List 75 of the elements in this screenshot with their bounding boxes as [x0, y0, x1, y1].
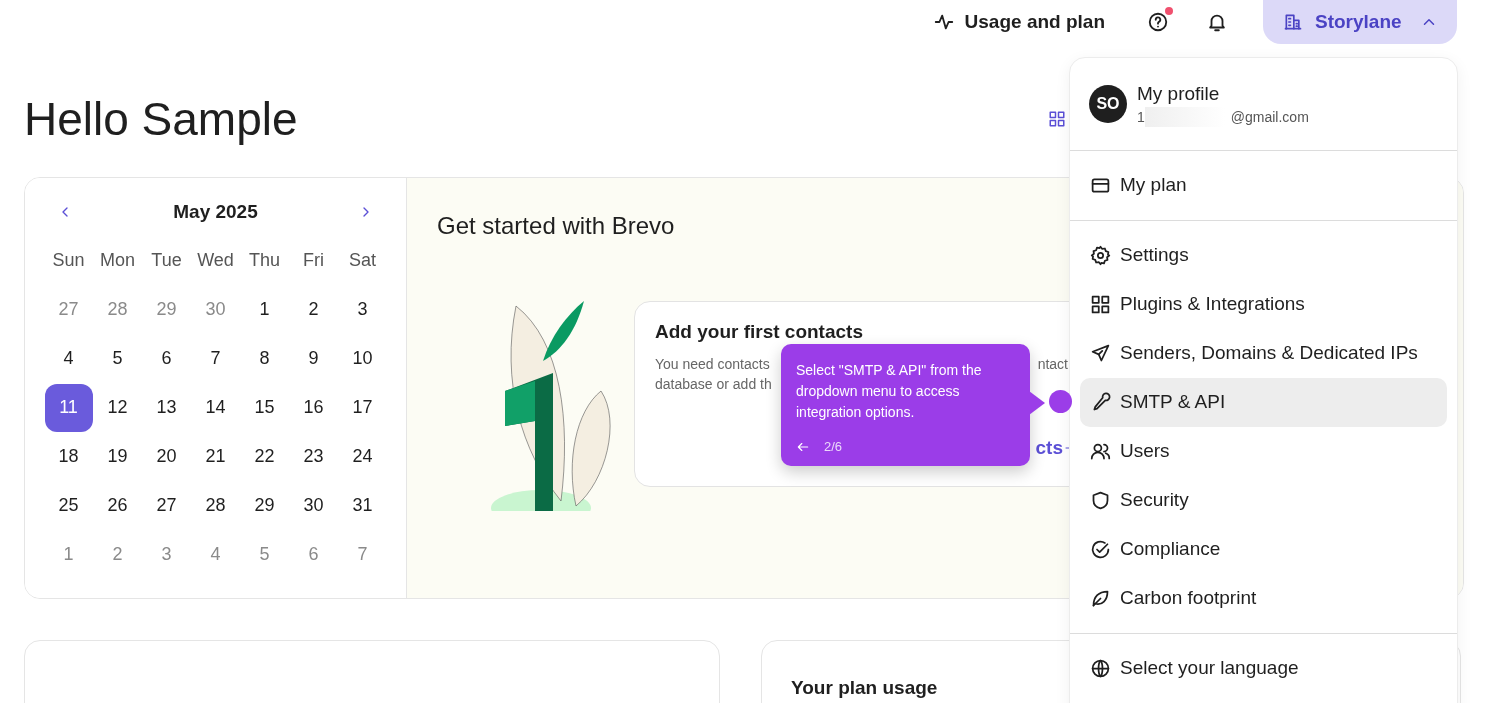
calendar-day[interactable]: 2	[289, 285, 338, 334]
calendar-day[interactable]: 9	[289, 334, 338, 383]
weekday-label: Sat	[349, 249, 376, 272]
calendar-day[interactable]: 29	[240, 481, 289, 530]
account-button[interactable]: Storylane	[1263, 0, 1457, 44]
card-description: You need contacts	[655, 355, 770, 374]
calendar-day[interactable]: 21	[191, 432, 240, 481]
calendar-day[interactable]: 8	[240, 334, 289, 383]
calendar-day[interactable]: 13	[142, 383, 191, 432]
menu-item[interactable]: SMTP & API	[1080, 378, 1447, 427]
shield-icon	[1090, 490, 1111, 511]
send-icon	[1090, 343, 1111, 364]
calendar-day[interactable]: 7	[191, 334, 240, 383]
calendar-day[interactable]: 18	[44, 432, 93, 481]
calendar-day[interactable]: 17	[338, 383, 387, 432]
leaf-icon	[1090, 588, 1111, 609]
globe-icon	[1090, 658, 1111, 679]
card-link[interactable]: cts	[1035, 434, 1063, 463]
calendar-day[interactable]: 19	[93, 432, 142, 481]
card-description: database or add th	[655, 375, 772, 394]
calendar-day[interactable]: 4	[44, 334, 93, 383]
weekday-label: Wed	[197, 249, 234, 272]
page-heading: Hello Sample	[24, 92, 298, 146]
calendar-day[interactable]: 31	[338, 481, 387, 530]
wrench-icon	[1090, 392, 1111, 413]
panel-title: Get started with Brevo	[437, 211, 676, 241]
step-counter: 2/6	[824, 438, 843, 456]
card-title: Add your first contacts	[655, 320, 864, 344]
calendar-day[interactable]: 12	[93, 383, 142, 432]
calendar-day[interactable]: 30	[289, 481, 338, 530]
calendar-day[interactable]: 3	[338, 285, 387, 334]
calendar-day[interactable]: 3	[142, 530, 191, 579]
calendar-day[interactable]: 29	[142, 285, 191, 334]
calendar-day[interactable]: 16	[289, 383, 338, 432]
calendar-day[interactable]: 10	[338, 334, 387, 383]
calendar-day[interactable]: 11	[44, 383, 93, 432]
calendar-day[interactable]: 27	[142, 481, 191, 530]
calendar-day[interactable]: 20	[142, 432, 191, 481]
usage-link[interactable]: Usage and plan	[932, 7, 1105, 37]
avatar: SO	[1089, 85, 1127, 123]
calendar-day[interactable]: 22	[240, 432, 289, 481]
calendar-day[interactable]: 26	[93, 481, 142, 530]
weekday-label: Sun	[52, 249, 85, 272]
calendar-day[interactable]: 15	[240, 383, 289, 432]
tooltip-text: Select "SMTP & API" from the dropdown menu to access integration options.	[796, 361, 983, 422]
calendar-day[interactable]: 1	[44, 530, 93, 579]
settings-icon	[1090, 245, 1111, 266]
calendar-day[interactable]: 6	[289, 530, 338, 579]
calendar-day[interactable]: 24	[338, 432, 387, 481]
profile-link[interactable]: My profile	[1137, 81, 1309, 107]
calendar-day[interactable]: 14	[191, 383, 240, 432]
calendar-day[interactable]: 6	[142, 334, 191, 383]
calendar-day[interactable]: 5	[93, 334, 142, 383]
calendar-day[interactable]: 1	[240, 285, 289, 334]
help-icon	[1147, 11, 1169, 33]
card-description: ntact	[1037, 355, 1068, 374]
calendar-day[interactable]: 28	[191, 481, 240, 530]
calendar-day[interactable]: 28	[93, 285, 142, 334]
help-button[interactable]	[1147, 10, 1171, 34]
weekday-label: Mon	[100, 249, 135, 272]
weekday-label: Thu	[249, 249, 280, 272]
email-text: 1	[1137, 108, 1145, 127]
calendar-day[interactable]: 23	[289, 432, 338, 481]
building-icon	[1283, 12, 1303, 32]
grid-icon	[1090, 294, 1111, 315]
calendar-day[interactable]: 30	[191, 285, 240, 334]
card-title: Your plan usage	[791, 676, 939, 700]
check-circle-icon	[1090, 539, 1111, 560]
month-label: May 2025	[173, 199, 258, 224]
users-icon	[1090, 441, 1111, 462]
weekday-label: Fri	[303, 249, 324, 272]
email-text: @gmail.com	[1230, 108, 1309, 127]
calendar-day[interactable]: 25	[44, 481, 93, 530]
weekday-label: Tue	[151, 249, 182, 272]
grid-icon	[1048, 110, 1066, 128]
